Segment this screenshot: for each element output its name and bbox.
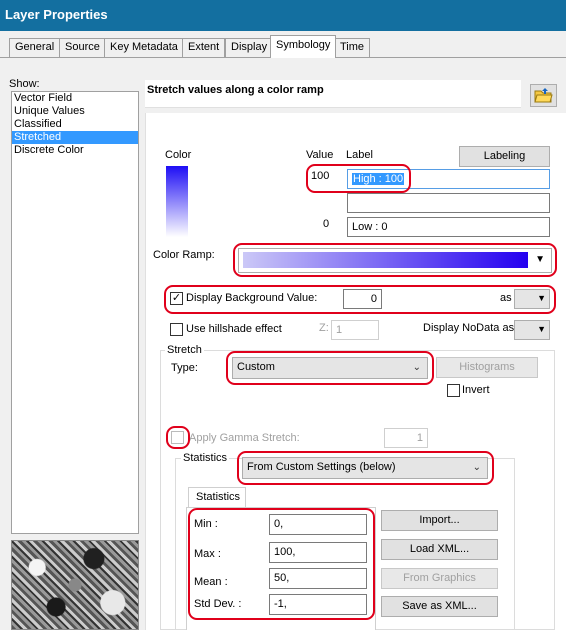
mid-label-field[interactable] <box>347 193 550 213</box>
statistics-source-dropdown[interactable]: From Custom Settings (below) ⌄ <box>242 457 488 479</box>
chevron-down-icon: ▼ <box>535 254 545 265</box>
std-dev-label: Std Dev. : <box>194 598 242 610</box>
chevron-down-icon: ▼ <box>537 324 546 334</box>
show-label: Show: <box>9 78 40 90</box>
invert-checkbox[interactable] <box>447 384 460 397</box>
open-folder-button[interactable] <box>530 84 557 107</box>
hillshade-checkbox[interactable] <box>170 323 183 336</box>
statistics-group-title: Statistics <box>181 452 230 464</box>
invert-label: Invert <box>462 384 490 396</box>
low-label-field[interactable]: Low : 0 <box>347 217 550 237</box>
color-ramp-label: Color Ramp: <box>153 249 215 261</box>
nodata-color-dropdown[interactable]: ▼ <box>514 320 550 340</box>
tab-source[interactable]: Source <box>59 38 106 57</box>
list-item-unique-values[interactable]: Unique Values <box>12 105 138 118</box>
chevron-down-icon: ⌄ <box>412 362 421 373</box>
background-color-dropdown[interactable]: ▼ <box>514 289 550 309</box>
import-button[interactable]: Import... <box>381 510 498 531</box>
high-label-field[interactable]: High : 100 <box>347 169 550 189</box>
checkmark-icon: ✓ <box>171 292 182 304</box>
high-value[interactable]: 100 <box>311 170 329 182</box>
background-value-checkbox[interactable]: ✓ <box>170 292 183 305</box>
show-listbox[interactable]: Vector Field Unique Values Classified St… <box>11 91 139 534</box>
statistics-source-value: From Custom Settings (below) <box>247 461 396 473</box>
folder-icon <box>534 88 553 103</box>
tab-general[interactable]: General <box>9 38 61 57</box>
tab-display[interactable]: Display <box>225 38 274 57</box>
renderer-title: Stretch values along a color ramp <box>147 84 324 96</box>
window-title: Layer Properties <box>0 0 566 31</box>
max-field[interactable]: 100, <box>269 542 367 563</box>
color-swatch[interactable] <box>166 166 188 237</box>
hillshade-label: Use hillshade effect <box>186 323 282 335</box>
high-label-text: High : 100 <box>352 173 405 185</box>
labeling-button[interactable]: Labeling <box>459 146 550 167</box>
stretch-type-value: Custom <box>237 361 275 373</box>
mean-label: Mean : <box>194 576 228 588</box>
value-column-label: Value <box>306 149 334 161</box>
gamma-value-field[interactable]: 1 <box>384 428 428 448</box>
stretch-type-dropdown[interactable]: Custom ⌄ <box>232 357 428 379</box>
background-value-field[interactable]: 0 <box>343 289 382 309</box>
color-column-label: Color <box>165 149 192 161</box>
color-ramp-preview <box>243 252 528 268</box>
z-label: Z: <box>319 322 329 334</box>
nodata-label: Display NoData as <box>423 322 515 334</box>
chevron-down-icon: ⌄ <box>472 462 481 473</box>
list-item-vector-field[interactable]: Vector Field <box>12 92 138 105</box>
min-field[interactable]: 0, <box>269 514 367 535</box>
mean-field[interactable]: 50, <box>269 568 367 589</box>
from-graphics-button[interactable]: From Graphics <box>381 568 498 589</box>
stretch-group-title: Stretch <box>165 344 204 356</box>
statistics-tab[interactable]: Statistics <box>188 487 246 508</box>
gamma-stretch-label: Apply Gamma Stretch: <box>189 432 300 444</box>
load-xml-button[interactable]: Load XML... <box>381 539 498 560</box>
min-label: Min : <box>194 518 218 530</box>
as-label: as <box>500 292 512 304</box>
tab-key-metadata[interactable]: Key Metadata <box>104 38 184 57</box>
tab-time[interactable]: Time <box>334 38 371 57</box>
histograms-button[interactable]: Histograms <box>436 357 538 378</box>
max-label: Max : <box>194 548 221 560</box>
save-as-xml-button[interactable]: Save as XML... <box>381 596 498 617</box>
gamma-stretch-checkbox[interactable] <box>171 431 184 444</box>
low-value[interactable]: 0 <box>323 218 329 230</box>
z-factor-field[interactable]: 1 <box>331 320 379 340</box>
background-value-label: Display Background Value: <box>186 292 318 304</box>
list-item-discrete-color[interactable]: Discrete Color <box>12 144 138 157</box>
std-dev-field[interactable]: -1, <box>269 594 367 615</box>
layer-thumbnail <box>11 540 139 630</box>
label-column-label: Label <box>346 149 373 161</box>
tab-extent[interactable]: Extent <box>182 38 226 57</box>
list-item-classified[interactable]: Classified <box>12 118 138 131</box>
stretch-type-label: Type: <box>171 362 198 374</box>
chevron-down-icon: ▼ <box>537 293 546 303</box>
list-item-stretched[interactable]: Stretched <box>12 131 138 144</box>
tab-symbology[interactable]: Symbology <box>270 35 337 58</box>
